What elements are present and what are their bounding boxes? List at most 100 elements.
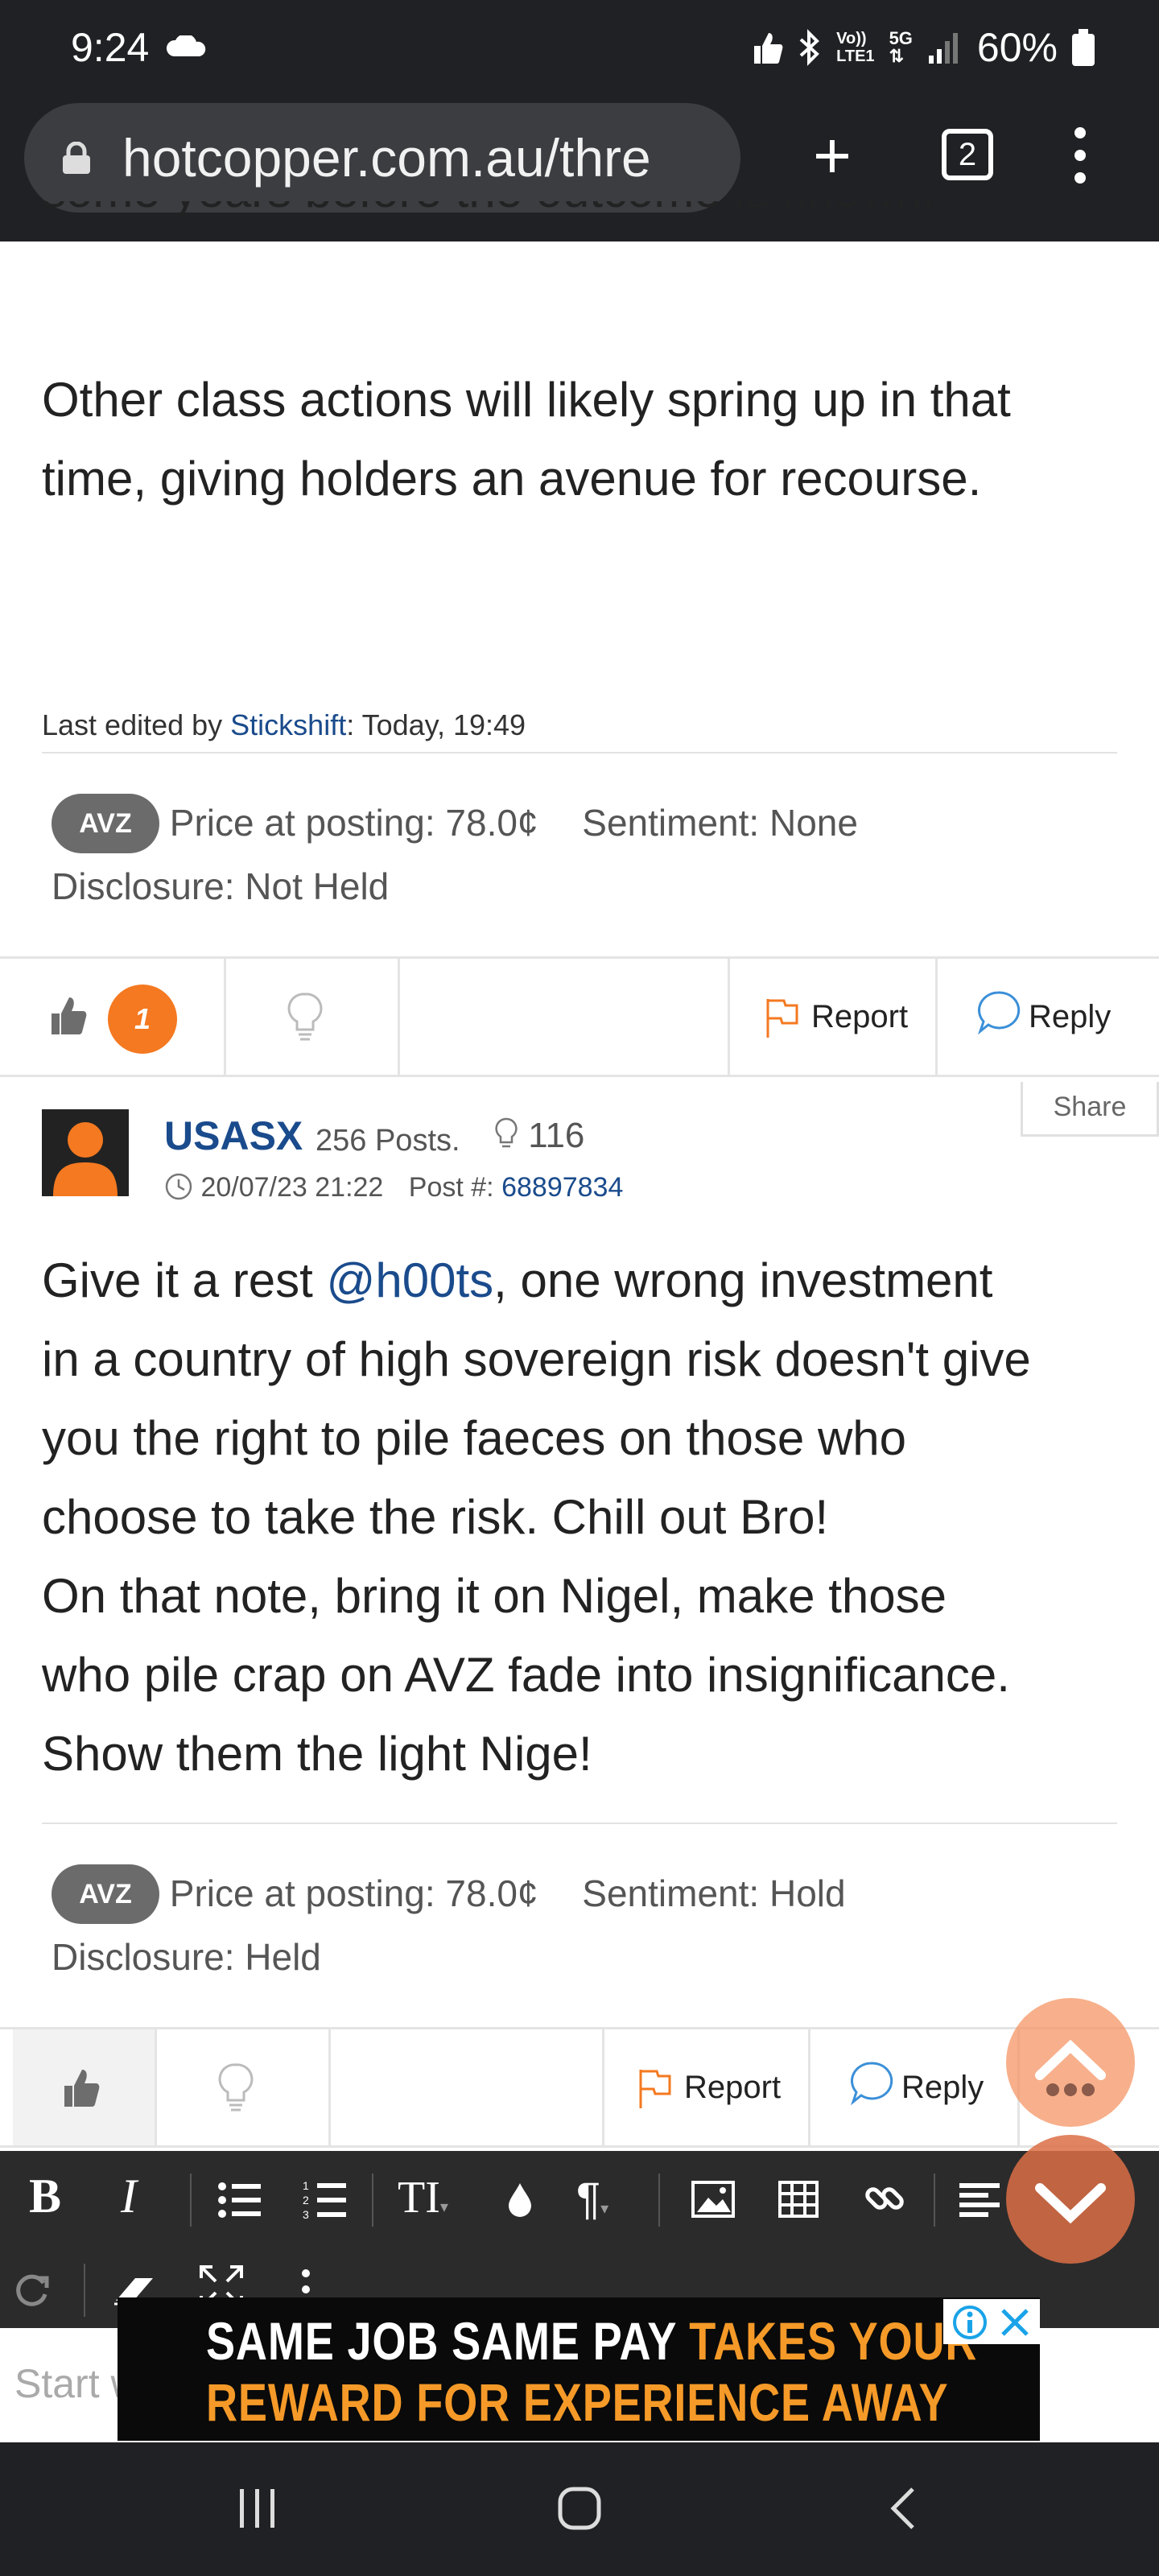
post-count: 256 Posts. [316,1124,460,1158]
sentiment: Sentiment: Hold [582,1872,846,1914]
divider [42,752,1117,753]
post-body-line: choose to take the risk. Chill out Bro! [42,1490,829,1544]
bold-icon[interactable]: B [29,2169,61,2224]
system-nav-bar [0,2442,1159,2576]
disclosure: Disclosure: Held [52,1936,321,1978]
sentiment: Sentiment: None [582,801,858,844]
post-action-bar: 1 Report Reply [0,956,1159,1077]
volte-label: Vo)) [836,30,867,47]
post-number-label: Post #: [408,1172,494,1203]
image-icon[interactable] [691,2180,736,2219]
price-at-posting: Price at posting: 78.0¢ [169,801,538,844]
paragraph-icon[interactable]: ¶▾ [576,2172,608,2224]
post-meta: AVZ Price at posting: 78.0¢ Sentiment: H… [52,1864,846,1924]
numbered-list-icon[interactable]: 1 23 [303,2178,348,2222]
ad-info-icon[interactable] [951,2304,988,2341]
report-flag-icon[interactable] [636,2066,673,2110]
scroll-down-button[interactable] [1006,2135,1135,2264]
reply-bubble-icon[interactable] [975,989,1021,1034]
lightbulb-icon[interactable] [287,991,324,1042]
post-number-link[interactable]: 68897834 [501,1172,623,1203]
chevron-down-icon [1035,2183,1106,2224]
lightbulb-icon[interactable] [217,2062,254,2113]
ad-line2: REWARD FOR EXPERIENCE AWAY [206,2372,949,2432]
post-date-line: 20/07/23 21:22 Post #: 68897834 [164,1172,623,1203]
bullet-list-icon[interactable] [217,2180,262,2220]
reply-bubble-icon[interactable] [848,2060,893,2105]
bluetooth-icon [799,29,820,66]
user-silhouette-icon [53,1122,118,1196]
divider [42,1823,1117,1824]
post-date: 20/07/23 21:22 [200,1172,384,1203]
post-body-line: in a country of high sovereign risk does… [42,1332,1031,1386]
address-bar[interactable]: hotcopper.com.au/thre [24,103,740,213]
tab-switcher-button[interactable]: 2 [942,129,993,180]
thumbs-up-icon[interactable] [48,994,87,1036]
text-color-drop-icon[interactable] [505,2180,534,2220]
table-icon[interactable] [777,2180,819,2219]
avatar[interactable] [42,1109,129,1196]
italic-icon[interactable]: I [121,2169,137,2224]
data-arrows-icon: ⇅ [889,46,904,66]
post-body-cut-line: some years before the outcome is known. [42,201,936,242]
reply-button[interactable]: Reply [901,2070,984,2106]
svg-text:1: 1 [303,2179,309,2192]
text-size-icon[interactable]: TI▾ [398,2172,448,2223]
post-body-line: Show them the light Nige! [42,1727,592,1781]
post-body-line: On that note, bring it on Nigel, make th… [42,1569,947,1623]
browser-menu-button[interactable] [1064,121,1096,193]
5g-label: 5G [889,28,913,48]
post-body-line: Give it a rest @h00ts, one wrong investm… [42,1253,993,1307]
status-time: 9:24 [71,25,150,70]
thumbs-up-notification-icon [754,33,783,64]
ad-close-icon[interactable] [996,2304,1033,2341]
last-edited-user-link[interactable]: Stickshift [230,708,346,741]
ticker-badge[interactable]: AVZ [52,794,159,853]
likes-received: 116 [494,1116,584,1156]
url-text[interactable]: hotcopper.com.au/thre [122,127,722,188]
report-flag-icon[interactable] [763,996,800,1039]
back-icon[interactable] [881,2484,929,2533]
mention-link[interactable]: @h00ts [326,1253,493,1307]
report-button[interactable]: Report [811,999,908,1035]
disclosure: Disclosure: Not Held [52,865,390,907]
status-bar: 9:24 Vo)) LTE1 5G ⇅ 60% [0,0,1159,97]
ad-line1-orange: TAKES YOUR [689,2311,978,2371]
post-action-bar: Report Reply [0,2027,1159,2148]
scroll-up-button[interactable] [1006,1998,1135,2127]
like-count-badge: 1 [108,985,177,1054]
battery-icon [1072,29,1095,66]
reply-button[interactable]: Reply [1029,999,1111,1035]
clock-icon [165,1173,192,1200]
lightbulb-small-icon [495,1117,518,1148]
status-icons: Vo)) LTE1 5G ⇅ 60% [751,24,1095,71]
thumbs-up-icon[interactable] [61,2066,100,2108]
advertisement-banner[interactable]: SAME JOB SAME PAY TAKES YOUR REWARD FOR … [118,2297,1040,2441]
price-at-posting: Price at posting: 78.0¢ [169,1872,538,1914]
post-body-line: Other class actions will likely spring u… [42,373,1011,427]
cloud-icon [167,35,206,56]
signal-icon [928,33,958,64]
post-body-line: who pile crap on AVZ fade into insignifi… [42,1648,1010,1702]
redo-icon[interactable] [11,2268,53,2310]
username-link[interactable]: USASX [164,1113,303,1159]
post-body-line: you the right to pile faeces on those wh… [42,1411,907,1465]
share-button[interactable]: Share [1021,1082,1159,1137]
new-tab-button[interactable]: + [800,123,864,189]
home-icon[interactable] [555,2484,604,2533]
post-body-line: time, giving holders an avenue for recou… [42,452,982,506]
report-button[interactable]: Report [684,2070,781,2106]
last-edited-note: Last edited by Stickshift: Today, 19:49 [42,708,526,741]
lock-icon [63,142,90,174]
battery-percent: 60% [976,25,1058,70]
ad-line1-white: SAME JOB SAME PAY [206,2311,690,2371]
align-icon[interactable] [958,2182,1003,2219]
post-meta: AVZ Price at posting: 78.0¢ Sentiment: N… [52,794,858,853]
lte-label: LTE1 [836,47,875,65]
ticker-badge[interactable]: AVZ [52,1864,159,1924]
ad-controls [943,2299,1040,2344]
chevron-up-icon [1035,2039,1106,2096]
recent-apps-icon[interactable] [233,2484,282,2533]
svg-text:2: 2 [303,2194,309,2207]
link-icon[interactable] [863,2177,908,2222]
